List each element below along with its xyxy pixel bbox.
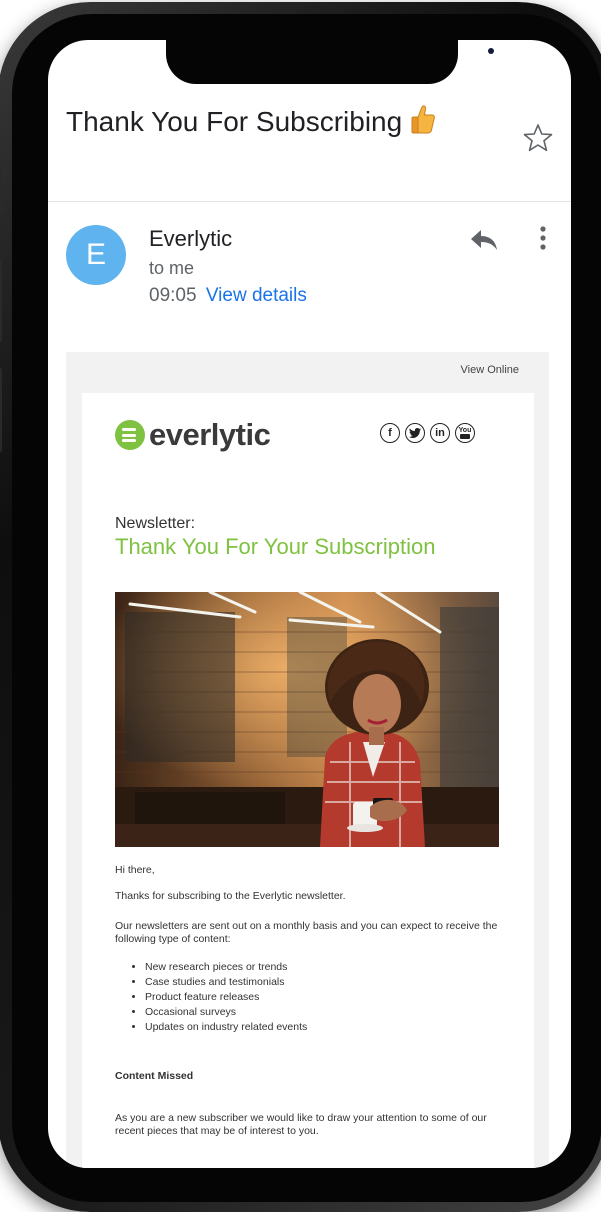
- email-screen: Thank You For Subscribing E Everlytic to…: [48, 40, 571, 1168]
- everlytic-logo-mark: [115, 420, 145, 450]
- closing-text: As you are a new subscriber we would lik…: [115, 1112, 487, 1137]
- content-list-wrapper: New research pieces or trends Case studi…: [115, 960, 307, 1035]
- list-item: Product feature releases: [145, 990, 307, 1005]
- newsletter-label: Newsletter:: [115, 515, 196, 532]
- thumbs-up-icon: [411, 105, 435, 134]
- email-time: 09:05: [149, 285, 197, 306]
- volume-up-button: [0, 257, 2, 343]
- recipient-label[interactable]: to me: [149, 258, 194, 279]
- twitter-icon[interactable]: [405, 423, 425, 443]
- newsletter-container: View Online everlytic f in You Newslette…: [66, 352, 549, 1168]
- list-item: Occasional surveys: [145, 1005, 307, 1020]
- volume-down-button: [0, 367, 2, 453]
- view-details-link[interactable]: View details: [206, 285, 307, 306]
- social-links: f in You: [380, 423, 475, 443]
- subject-text: Thank You For Subscribing: [66, 106, 403, 137]
- header-divider: [48, 201, 571, 202]
- youtube-glyph: You: [458, 427, 472, 434]
- phone-notch: [166, 40, 494, 84]
- list-item: New research pieces or trends: [145, 960, 307, 975]
- mute-switch: [0, 168, 2, 214]
- linkedin-icon[interactable]: in: [430, 423, 450, 443]
- view-online-link[interactable]: View Online: [461, 364, 520, 376]
- everlytic-logo[interactable]: everlytic: [115, 417, 271, 452]
- more-options-icon[interactable]: [535, 224, 551, 254]
- email-subject: Thank You For Subscribing: [66, 102, 486, 142]
- content-list: New research pieces or trends Case studi…: [115, 960, 307, 1035]
- newsletter-title: Thank You For Your Subscription: [115, 534, 436, 559]
- sender-avatar[interactable]: E: [66, 225, 126, 285]
- newsletter-card: everlytic f in You Newsletter: Thank You…: [82, 393, 534, 1168]
- woman-with-coffee-photo: [115, 592, 499, 847]
- intro-text: Thanks for subscribing to the Everlytic …: [115, 890, 346, 902]
- camera-icon: [488, 48, 494, 54]
- greeting: Hi there,: [115, 864, 155, 876]
- logo-text: everlytic: [149, 417, 271, 452]
- sender-name: Everlytic: [149, 226, 233, 251]
- list-item: Case studies and testimonials: [145, 975, 307, 990]
- facebook-icon[interactable]: f: [380, 423, 400, 443]
- section-heading: Content Missed: [115, 1070, 194, 1082]
- youtube-icon[interactable]: You: [455, 423, 475, 443]
- email-meta: 09:05 View details: [149, 285, 307, 307]
- description-text: Our newsletters are sent out on a monthl…: [115, 920, 498, 945]
- star-icon[interactable]: [522, 122, 554, 154]
- list-item: Updates on industry related events: [145, 1020, 307, 1035]
- reply-icon[interactable]: [469, 224, 499, 254]
